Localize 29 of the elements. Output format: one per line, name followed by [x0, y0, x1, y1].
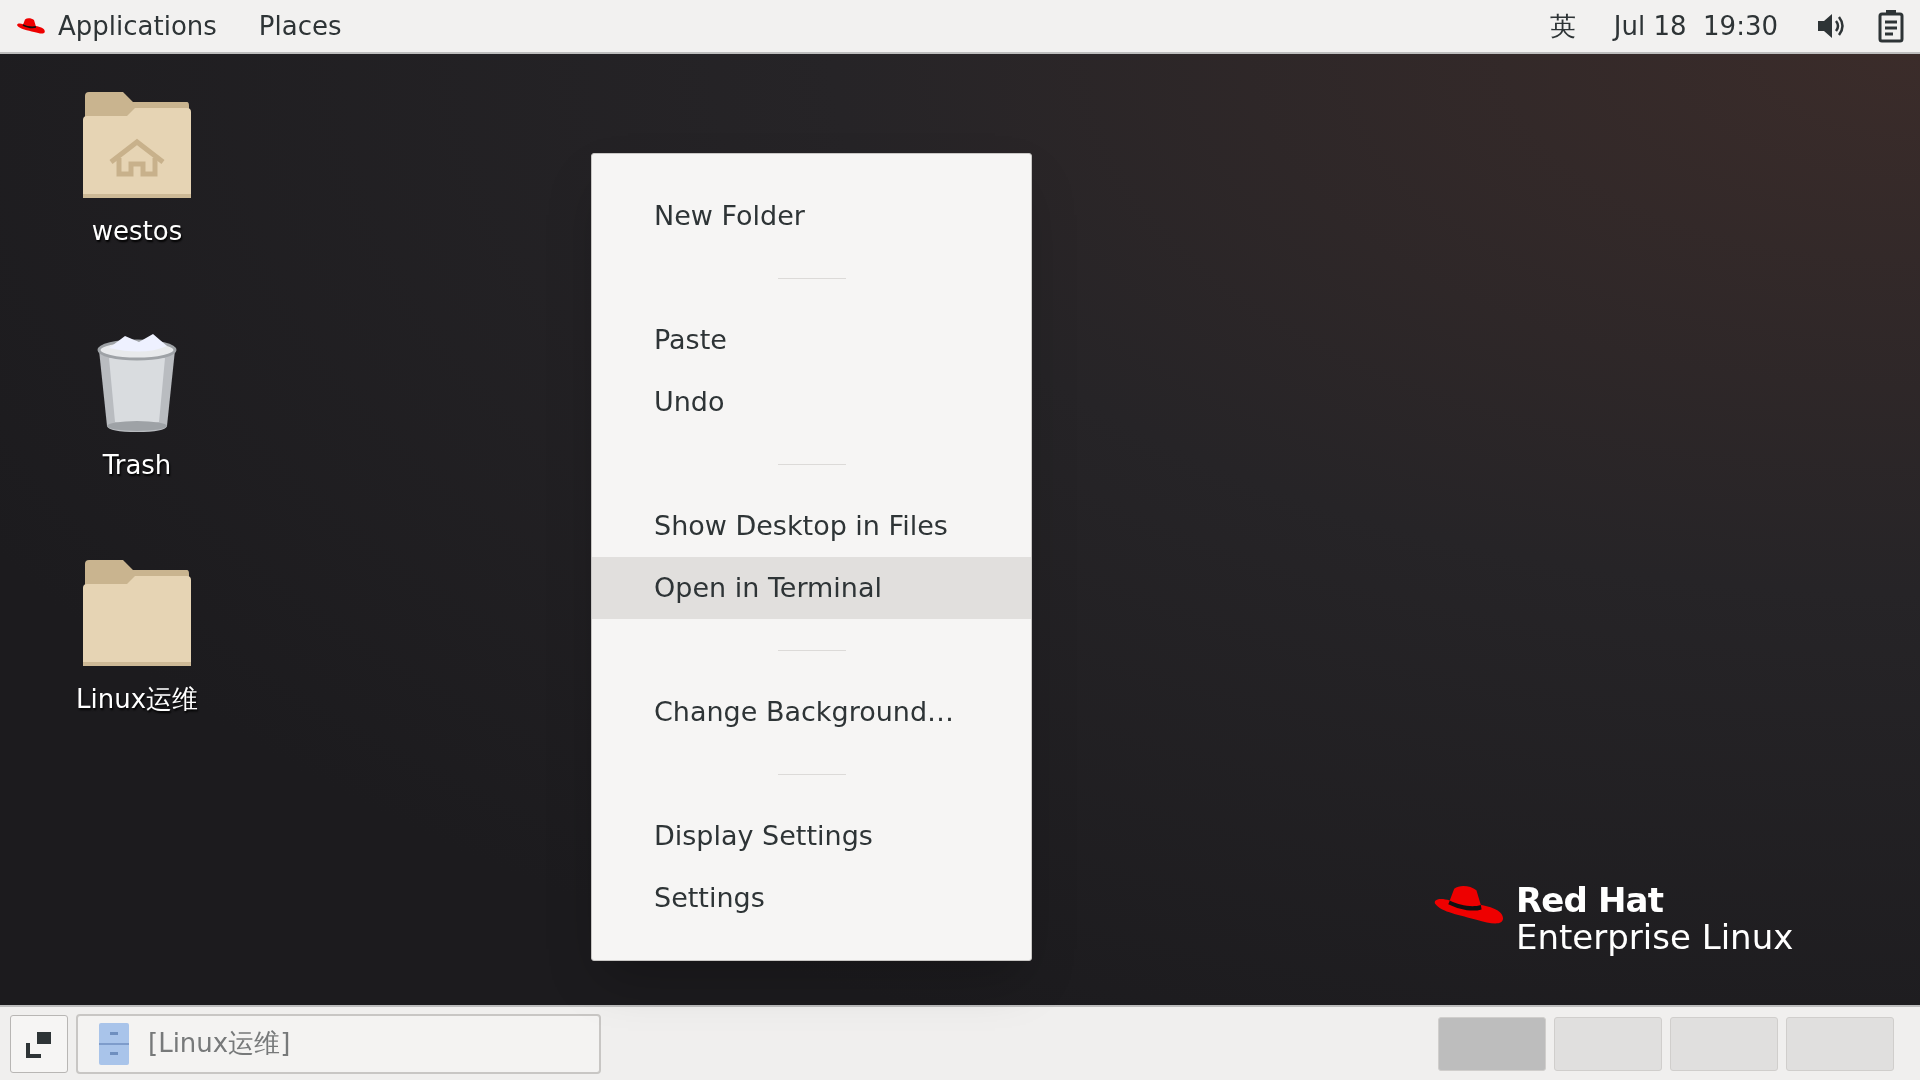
clock[interactable]: Jul 18 19:30 — [1613, 6, 1778, 46]
top-bar-menu[interactable]: Applications — [58, 6, 217, 46]
show-desktop-button[interactable] — [10, 1014, 68, 1073]
workspace-button[interactable] — [1438, 1016, 1546, 1071]
logo-subtitle: Enterprise Linux — [1516, 919, 1794, 957]
workspace-button[interactable] — [1786, 1016, 1894, 1071]
menu-item[interactable]: Open in Terminal — [592, 557, 1031, 619]
workspace-button[interactable] — [1554, 1016, 1662, 1071]
menu-item[interactable]: Display Settings — [592, 805, 1031, 867]
logo-title: Red Hat — [1516, 881, 1665, 919]
menu-item[interactable]: Undo — [592, 371, 1031, 433]
menu-item[interactable]: Show Desktop in Files — [592, 495, 1031, 557]
home-folder-icon — [81, 90, 193, 200]
desktop-icon-label[interactable]: Linux运维 — [75, 680, 199, 719]
top-bar-menu[interactable]: Places — [258, 6, 342, 46]
menu-item[interactable]: New Folder — [592, 185, 1031, 247]
menu-item[interactable]: Paste — [592, 309, 1031, 371]
menu-item[interactable]: Settings — [592, 867, 1031, 929]
workspace-button[interactable] — [1670, 1016, 1778, 1071]
desktop-icon-label[interactable]: Trash — [102, 446, 172, 485]
input-method-indicator[interactable]: 英 — [1549, 6, 1576, 46]
file-cabinet-icon — [98, 1021, 130, 1066]
trash-can-icon — [95, 334, 179, 434]
desktop-icon-label[interactable]: westos — [91, 212, 183, 251]
folder-icon — [81, 558, 193, 668]
window-list-button[interactable]: [Linux运维] — [76, 1013, 601, 1074]
menu-item[interactable]: Change Background… — [592, 681, 1031, 743]
hat-logo-icon — [16, 16, 46, 36]
windows-icon — [25, 1029, 53, 1058]
